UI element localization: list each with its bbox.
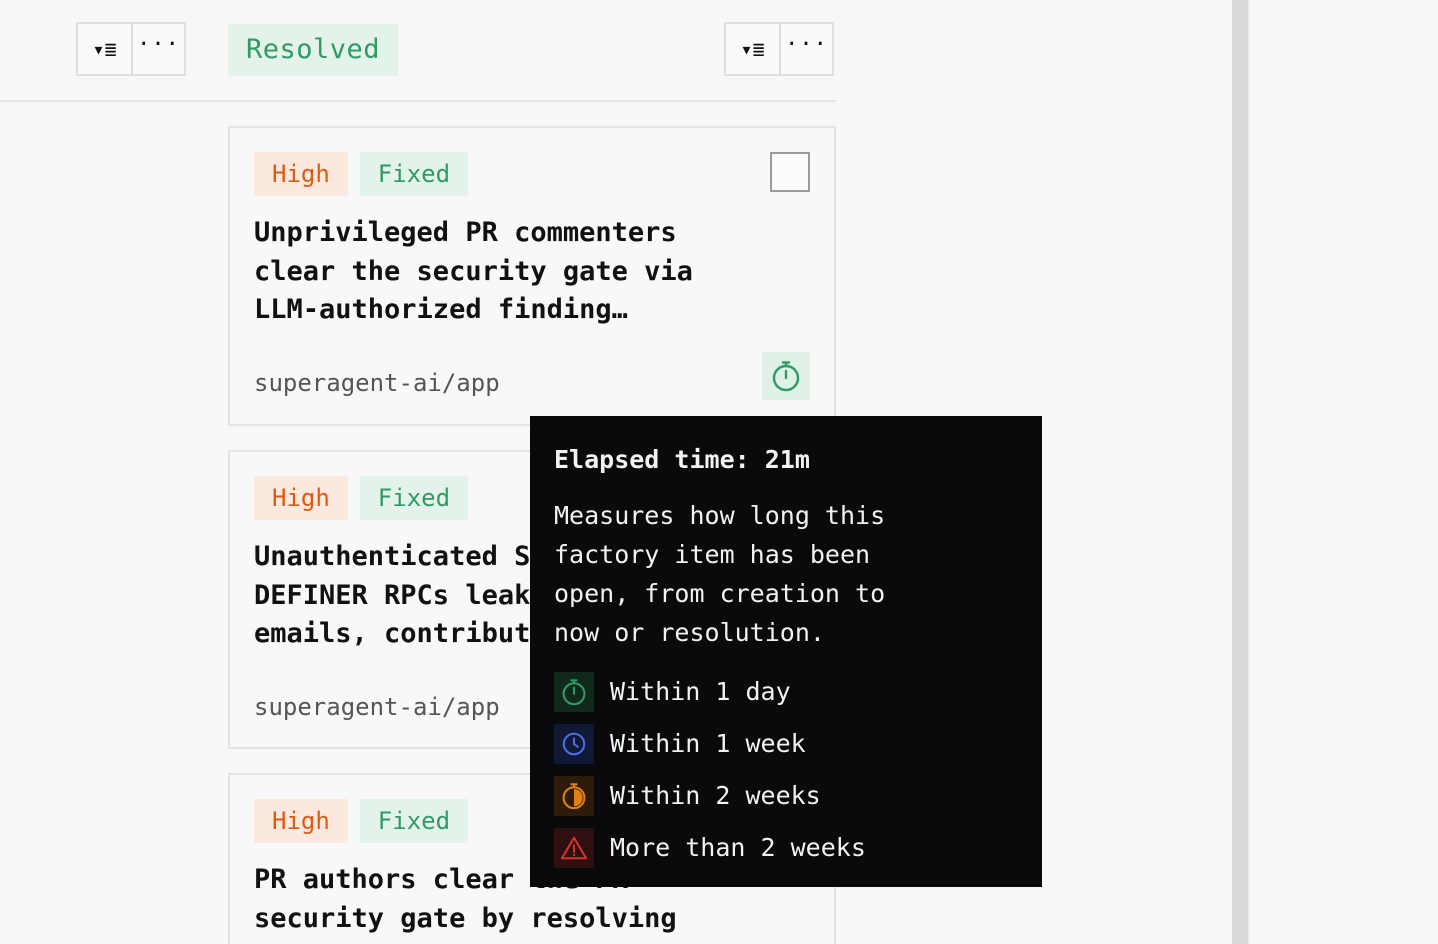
card-tags: High Fixed	[254, 799, 469, 843]
scrollbar[interactable]	[1232, 0, 1248, 944]
warning-triangle-icon	[554, 828, 594, 868]
legend-item: Within 2 weeks	[554, 770, 866, 822]
legend-label: Within 2 weeks	[610, 781, 821, 810]
board-view: ▾≣ ··· Resolved ▾≣ ··· High Fixed Unpriv…	[0, 0, 1438, 944]
elapsed-time-badge[interactable]	[762, 352, 810, 400]
stopwatch-icon	[554, 672, 594, 712]
left-column-toolbar: ▾≣ ···	[76, 22, 186, 76]
card-repo: superagent-ai/app	[254, 369, 500, 397]
legend-label: More than 2 weeks	[610, 833, 866, 862]
sort-button[interactable]: ▾≣	[726, 24, 779, 74]
clock-icon	[554, 724, 594, 764]
card-tags: High Fixed	[254, 152, 469, 196]
legend-label: Within 1 week	[610, 729, 806, 758]
header-divider	[0, 100, 836, 102]
tooltip-description: Measures how long this factory item has …	[554, 501, 886, 647]
legend-item: Within 1 day	[554, 666, 866, 718]
severity-badge: High	[254, 152, 348, 196]
legend-item: Within 1 week	[554, 718, 866, 770]
severity-badge: High	[254, 799, 348, 843]
right-column-toolbar: ▾≣ ···	[724, 22, 834, 76]
legend-label: Within 1 day	[610, 677, 791, 706]
more-icon: ···	[137, 32, 180, 57]
card-tags: High Fixed	[254, 476, 469, 520]
status-badge: Fixed	[359, 799, 469, 843]
more-options-button[interactable]: ···	[131, 24, 184, 74]
panel-divider	[1248, 0, 1250, 944]
column-header-resolved: Resolved	[228, 24, 399, 76]
tooltip-title: Elapsed time: 21m	[554, 445, 810, 474]
elapsed-time-legend: Within 1 day Within 1 week Within 2 week…	[554, 666, 866, 874]
more-options-button[interactable]: ···	[779, 24, 832, 74]
status-badge: Fixed	[359, 152, 469, 196]
severity-badge: High	[254, 476, 348, 520]
status-badge: Fixed	[359, 476, 469, 520]
card-title: Unauthenticated S DEFINER RPCs leak emai…	[254, 541, 531, 649]
stopwatch-half-icon	[554, 776, 594, 816]
sort-button[interactable]: ▾≣	[78, 24, 131, 74]
legend-item: More than 2 weeks	[554, 822, 866, 874]
card-title: Unprivileged PR commenters clear the sec…	[254, 217, 693, 325]
more-icon: ···	[785, 32, 828, 57]
sort-icon: ▾≣	[92, 37, 117, 61]
sort-icon: ▾≣	[740, 37, 765, 61]
elapsed-time-tooltip: Elapsed time: 21m Measures how long this…	[530, 416, 1042, 887]
card-repo: superagent-ai/app	[254, 693, 500, 721]
select-checkbox[interactable]	[770, 152, 810, 192]
finding-card[interactable]: High Fixed Unprivileged PR commenters cl…	[228, 126, 836, 426]
stopwatch-icon	[772, 361, 800, 392]
